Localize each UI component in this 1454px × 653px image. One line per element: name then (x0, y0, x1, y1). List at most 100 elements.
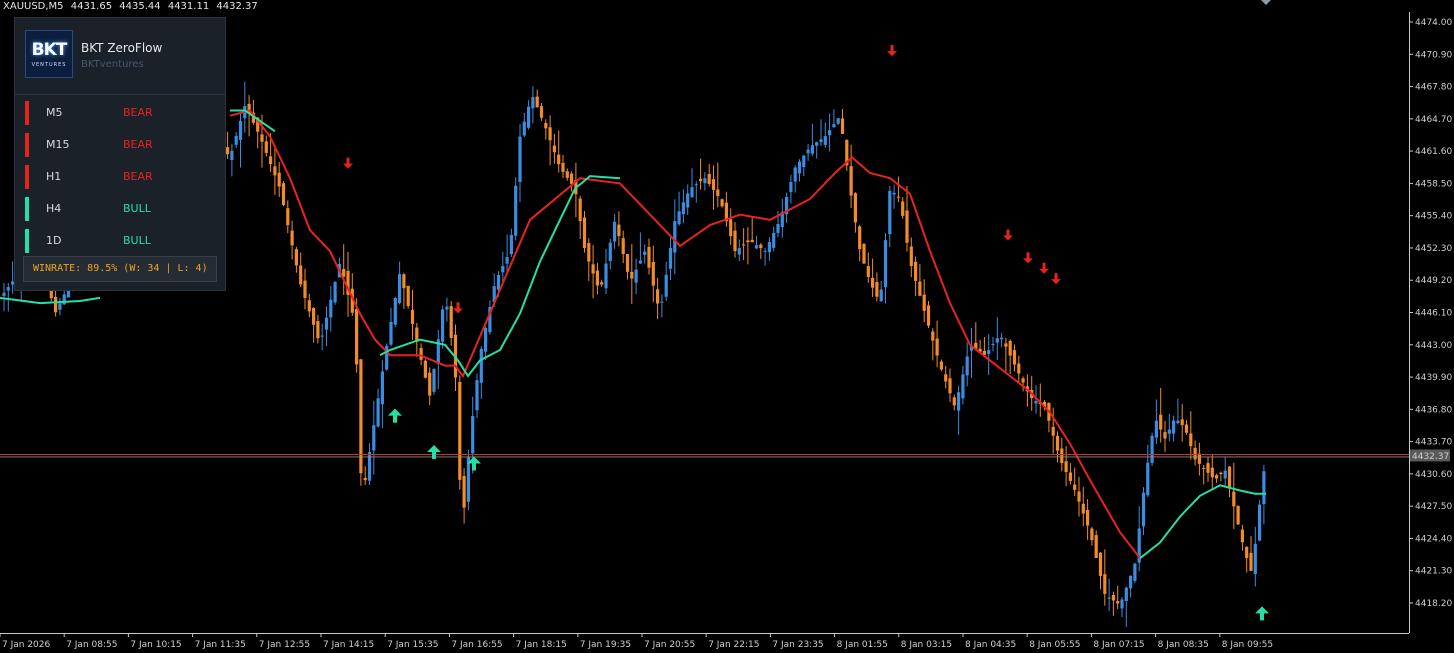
sell-arrow-icon (453, 302, 463, 314)
x-tick-label: 8 Jan 07:15 (1093, 640, 1144, 650)
candle-body (238, 120, 243, 140)
logo-text: BKT (31, 40, 68, 60)
candle-body (226, 147, 230, 155)
candle-body (1236, 505, 1240, 525)
candle-body (853, 193, 857, 223)
candle-body (260, 134, 264, 142)
timeframe-row-m5: M5 BEAR (15, 100, 225, 126)
candle-body (1232, 491, 1236, 507)
candle-body (509, 235, 513, 255)
candle-body (931, 331, 935, 341)
timeframe-label: M15 (46, 138, 70, 151)
candle-body (458, 381, 462, 480)
x-tick-label: 7 Jan 12:55 (259, 640, 310, 650)
candle-body (410, 309, 415, 324)
candle-body (1159, 414, 1163, 430)
candle-body (664, 274, 668, 297)
y-tick-label: 4452.30 (1415, 244, 1452, 254)
candle-body (888, 190, 892, 235)
candle-body (754, 245, 759, 249)
x-tick-label: 7 Jan 2026 (2, 640, 50, 650)
candle-body (948, 378, 952, 394)
candle-body (939, 361, 943, 370)
candle-body (634, 269, 638, 283)
candle-body (699, 178, 703, 182)
candle-body (1021, 378, 1025, 383)
y-tick-label: 4436.80 (1415, 405, 1452, 415)
candle-body (230, 150, 234, 160)
candle-body (505, 257, 509, 264)
open-value: 4431.65 (70, 1, 113, 12)
candle-body (1193, 447, 1197, 460)
candle-body (673, 221, 677, 253)
candle-body (496, 275, 501, 290)
candle-body (1034, 401, 1038, 404)
candle-body (832, 124, 836, 128)
candle-body (1068, 472, 1072, 481)
trend-indicator-bar (25, 133, 29, 157)
candle-body (372, 425, 376, 451)
candle-body (961, 374, 965, 399)
trend-state: BEAR (123, 106, 153, 119)
trend-indicator-bar (25, 197, 29, 221)
x-tick-label: 8 Jan 04:35 (965, 640, 1016, 650)
y-tick-label: 4433.70 (1415, 438, 1452, 448)
candle-body (1073, 484, 1077, 490)
candle-body (1004, 343, 1008, 347)
candle-body (987, 350, 991, 354)
candle-body (380, 371, 384, 405)
trend-state: BULL (123, 202, 151, 215)
candle-body (690, 187, 694, 198)
candle-body (316, 321, 320, 339)
candle-body (303, 280, 307, 298)
candle-body (324, 317, 329, 330)
candle-body (54, 297, 58, 313)
price-chart[interactable]: 4474.00 4470.90 4467.80 4464.70 4461.60 4458.… (0, 0, 1454, 653)
candle-body (406, 285, 410, 307)
candle-body (539, 106, 544, 118)
candle-body (376, 398, 380, 427)
candle-body (1008, 340, 1012, 356)
candle-body (1012, 350, 1017, 365)
candle-body (1163, 432, 1167, 439)
candle-body (1111, 594, 1115, 601)
candle-body (651, 261, 655, 286)
candle-body (668, 247, 673, 269)
candle-body (935, 338, 939, 356)
candle-body (883, 240, 888, 288)
x-tick-label: 7 Jan 22:15 (708, 640, 759, 650)
indicator-panel[interactable]: BKT VENTURES BKT ZeroFlow BKTventures M5… (14, 17, 226, 291)
candle-body (638, 260, 642, 264)
candle-body (1262, 471, 1266, 505)
candle-body (729, 219, 733, 237)
y-tick-label: 4427.50 (1415, 502, 1452, 512)
candle-body (789, 182, 793, 193)
ma-line-bear (229, 109, 1141, 559)
candle-body (1206, 463, 1210, 473)
candle-body (823, 136, 827, 145)
candle-body (621, 238, 625, 254)
trend-indicator-bar (25, 229, 29, 253)
candle-body (1180, 419, 1184, 426)
sell-arrow-icon (1023, 252, 1033, 264)
candle-body (1094, 535, 1098, 559)
panel-title: BKT ZeroFlow (81, 41, 163, 55)
candle-body (871, 277, 875, 288)
candle-body (475, 380, 479, 411)
candle-body (359, 359, 363, 474)
candle-body (6, 287, 10, 291)
candle-body (836, 118, 840, 124)
candle-body (582, 217, 587, 248)
candle-body (1000, 337, 1004, 340)
candle-body (926, 305, 931, 326)
candle-body (608, 242, 612, 261)
candle-body (544, 123, 548, 129)
candle-body (355, 309, 359, 365)
candle-body (1081, 503, 1085, 514)
candle-body (703, 178, 707, 184)
candle-body (1017, 363, 1021, 374)
candle-body (1215, 475, 1219, 479)
candle-body (1103, 574, 1107, 594)
candle-body (905, 210, 909, 243)
candle-body (1154, 420, 1158, 438)
